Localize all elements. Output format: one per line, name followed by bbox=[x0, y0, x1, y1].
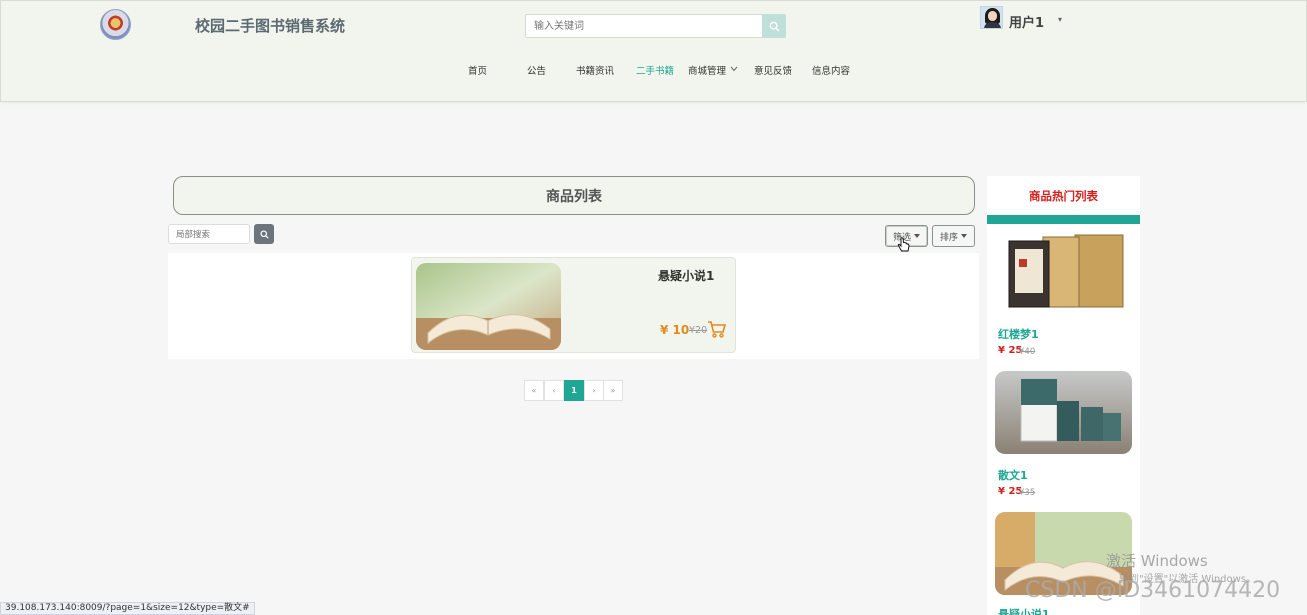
hot-item-original-price: ¥40 bbox=[1019, 347, 1036, 357]
page-title-box: 商品列表 bbox=[173, 176, 975, 215]
hot-item-original-price: ¥35 bbox=[1019, 488, 1036, 498]
local-search-input[interactable] bbox=[168, 224, 250, 244]
status-bar-url: 39.108.173.140:8009/?page=1&size=12&type… bbox=[0, 602, 255, 615]
sort-label: 排序 bbox=[939, 232, 958, 243]
nav-notice[interactable]: 公告 bbox=[527, 63, 546, 77]
nav-home[interactable]: 首页 bbox=[468, 63, 487, 77]
logo-icon[interactable] bbox=[100, 9, 131, 40]
hot-item-name[interactable]: 悬疑小说1 bbox=[998, 606, 1050, 615]
windows-activation-watermark: 激活 Windows bbox=[1106, 552, 1208, 570]
product-image[interactable] bbox=[416, 263, 561, 350]
search-icon bbox=[259, 229, 269, 239]
hand-cursor-icon bbox=[897, 237, 910, 252]
user-avatar[interactable] bbox=[980, 6, 1003, 29]
nav-mall-management[interactable]: 商城管理 bbox=[688, 63, 726, 77]
hot-item-image[interactable] bbox=[995, 371, 1132, 454]
pagination-first[interactable]: « bbox=[524, 380, 544, 401]
site-title: 校园二手图书销售系统 bbox=[195, 17, 346, 35]
hot-products-divider bbox=[987, 215, 1140, 224]
search-button[interactable] bbox=[762, 14, 786, 38]
pagination-prev[interactable]: ‹ bbox=[544, 380, 564, 401]
nav-feedback[interactable]: 意见反馈 bbox=[754, 63, 792, 77]
pagination-next[interactable]: › bbox=[584, 380, 604, 401]
sort-dropdown-button[interactable]: 排序 bbox=[932, 225, 975, 247]
csdn-watermark: CSDN @ID3461074420 bbox=[1025, 578, 1281, 603]
search-input[interactable] bbox=[525, 14, 763, 38]
nav-info-content[interactable]: 信息内容 bbox=[812, 63, 850, 77]
hot-products-title: 商品热门列表 bbox=[1029, 189, 1098, 203]
chevron-down-icon bbox=[730, 66, 738, 72]
product-price: ¥ 10 bbox=[660, 323, 690, 337]
user-name[interactable]: 用户1 bbox=[1009, 12, 1044, 31]
nav-used-books[interactable]: 二手书籍 bbox=[636, 63, 674, 77]
product-original-price: ¥20 bbox=[689, 325, 708, 336]
product-name[interactable]: 悬疑小说1 bbox=[658, 267, 714, 284]
local-search-button[interactable] bbox=[254, 224, 274, 244]
page-title: 商品列表 bbox=[546, 188, 602, 205]
hot-item-name[interactable]: 散文1 bbox=[998, 467, 1028, 483]
nav-book-news[interactable]: 书籍资讯 bbox=[576, 63, 614, 77]
hot-item-name[interactable]: 红楼梦1 bbox=[998, 326, 1039, 342]
caret-down-icon bbox=[914, 234, 920, 238]
pagination-last[interactable]: » bbox=[603, 380, 623, 401]
cart-icon[interactable] bbox=[707, 320, 727, 339]
search-icon bbox=[769, 21, 780, 32]
hot-item-image[interactable] bbox=[995, 229, 1132, 312]
user-menu-caret-icon[interactable]: ▾ bbox=[1058, 15, 1062, 24]
caret-down-icon bbox=[961, 234, 967, 238]
pagination-page-1[interactable]: 1 bbox=[564, 380, 584, 401]
